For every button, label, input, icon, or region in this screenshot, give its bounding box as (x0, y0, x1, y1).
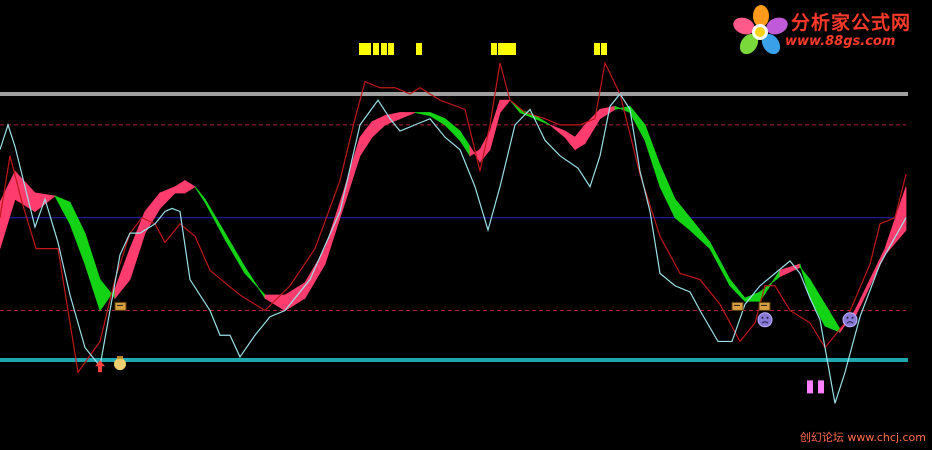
ribbon-segment (614, 105, 631, 114)
ribbon-segment (709, 242, 731, 286)
top-signal-marker (416, 43, 422, 55)
ribbon-segment (564, 130, 576, 151)
top-signal-marker (510, 43, 516, 55)
flower-logo-icon (733, 5, 788, 55)
ribbon-segment (371, 114, 386, 139)
ribbon-segment (69, 202, 86, 265)
sad-face-icon (766, 316, 769, 319)
watermark: 创幻论坛 www.chcj.com (799, 431, 926, 444)
ribbon-segment (14, 170, 36, 213)
logo-title: 分析家公式网 (791, 12, 912, 34)
top-signal-marker (601, 43, 607, 55)
ribbon-segment (444, 117, 461, 142)
ribbon-segment (0, 171, 16, 249)
ribbon-segment (84, 233, 101, 311)
note-flag-icon (114, 301, 127, 311)
ribbon-segment (584, 108, 601, 145)
ribbon-segment (674, 197, 691, 231)
ribbon-segment (499, 99, 511, 114)
ribbon-segment (204, 197, 226, 240)
ribbon-segment (34, 192, 56, 213)
note-flag-icon (758, 301, 771, 311)
indicator-chart (0, 43, 908, 404)
ribbon-segment (144, 191, 161, 235)
ribbon-segment (744, 291, 761, 302)
ribbon-segment (159, 186, 176, 210)
top-signal-marker (491, 43, 497, 55)
sad-face-icon (761, 316, 764, 319)
ribbon-segment (689, 216, 711, 250)
ribbon-segment (324, 186, 346, 265)
ribbon-segment (824, 302, 841, 333)
money-bag-icon (117, 356, 123, 360)
bottom-signal-marker (807, 380, 813, 394)
top-signal-marker (365, 43, 371, 55)
note-flag-icon (731, 301, 744, 311)
ribbon-segment (729, 278, 746, 303)
site-logo: 分析家公式网 www.88gs.com (733, 4, 929, 55)
sad-face-icon (842, 312, 858, 328)
ribbon-segment (304, 247, 326, 300)
ribbon-segment (224, 231, 246, 275)
ribbon-segment (194, 186, 206, 204)
top-signal-marker (381, 43, 387, 55)
ribbon-segment (414, 112, 431, 117)
logo-url: www.88gs.com (785, 34, 896, 49)
top-signal-marker (498, 43, 504, 55)
ribbon-segment (399, 112, 416, 120)
top-signal-marker (359, 43, 365, 55)
ribbon-segment (549, 124, 566, 139)
ribbon-segment (54, 195, 71, 225)
ribbon-segment (429, 111, 446, 126)
ribbon-segment (359, 120, 373, 158)
ribbon-segment (644, 124, 661, 187)
sad-face-icon (851, 316, 854, 319)
sad-face-icon (846, 316, 849, 319)
top-signal-marker (373, 43, 379, 55)
top-signal-marker (388, 43, 394, 55)
ribbon-segment (184, 179, 196, 194)
top-signal-marker (594, 43, 600, 55)
top-signal-marker (504, 43, 510, 55)
ribbon-segment (244, 265, 266, 300)
ribbon-segment (129, 211, 146, 280)
ribbon-segment (174, 179, 186, 194)
bottom-signal-marker (818, 380, 824, 394)
sad-face-icon (757, 312, 773, 328)
ribbon-segment (574, 123, 586, 151)
money-bag-icon (114, 358, 126, 371)
ribbon-segment (659, 164, 676, 218)
ribbon-segment (344, 137, 361, 203)
